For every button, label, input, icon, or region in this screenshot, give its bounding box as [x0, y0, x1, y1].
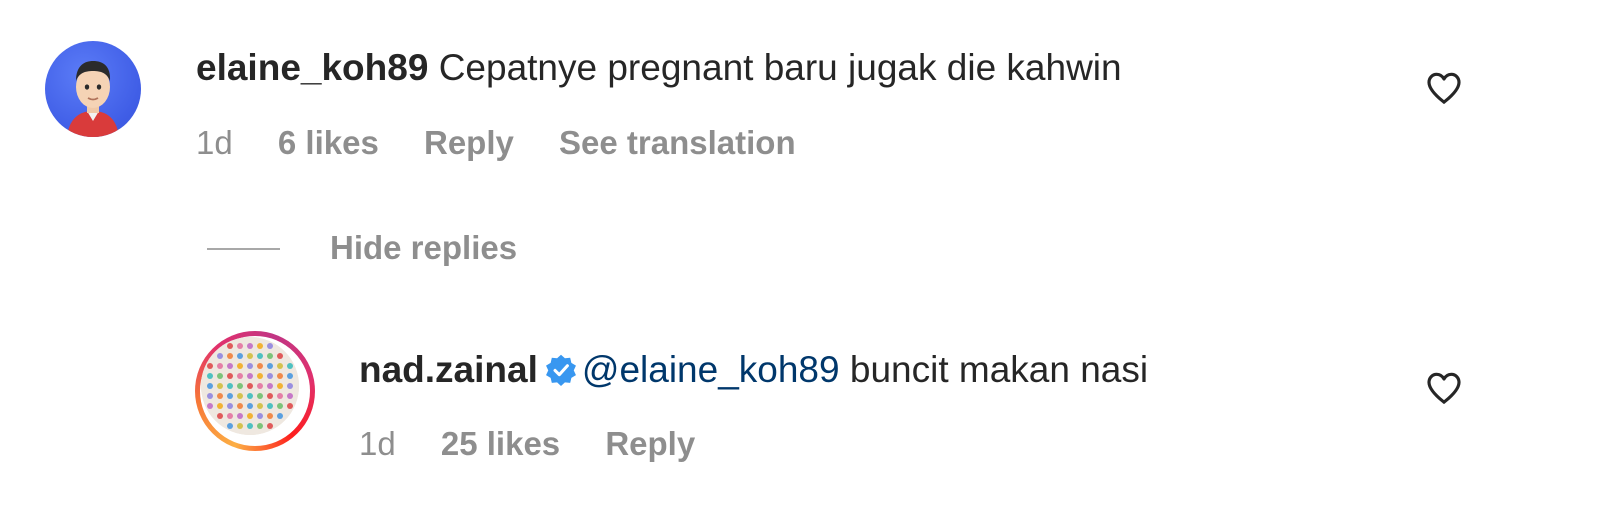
- avatar-dot: [207, 383, 213, 389]
- avatar-dot: [277, 393, 283, 399]
- avatar-dot: [287, 383, 293, 389]
- reply-like-button[interactable]: [1424, 368, 1464, 413]
- comment-likes[interactable]: 6 likes: [278, 124, 379, 161]
- avatar-dot: [217, 393, 223, 399]
- avatar-dot: [247, 403, 253, 409]
- avatar-dot: [247, 373, 253, 379]
- avatar-dot: [277, 353, 283, 359]
- reply-avatar: [201, 337, 299, 435]
- avatar-dot: [257, 423, 263, 429]
- avatar-dot: [237, 383, 243, 389]
- avatar-dot: [217, 403, 223, 409]
- avatar-dot: [237, 363, 243, 369]
- avatar-dot: [267, 423, 273, 429]
- reply-reply-button[interactable]: Reply: [605, 425, 695, 462]
- avatar-dot: [277, 403, 283, 409]
- reply-text: buncit makan nasi: [849, 349, 1149, 390]
- avatar-dot: [237, 353, 243, 359]
- comment-reply-button[interactable]: Reply: [424, 124, 514, 161]
- avatar-dot: [267, 383, 273, 389]
- avatar-dot: [227, 403, 233, 409]
- avatar-dot: [267, 353, 273, 359]
- avatar-dot: [227, 383, 233, 389]
- avatar-dot: [237, 403, 243, 409]
- avatar-dot: [247, 383, 253, 389]
- reply-likes[interactable]: 25 likes: [441, 425, 560, 462]
- avatar-dot: [227, 423, 233, 429]
- comment-like-button[interactable]: [1424, 68, 1464, 113]
- avatar-dot: [237, 423, 243, 429]
- avatar-dot: [227, 343, 233, 349]
- avatar-dot: [227, 393, 233, 399]
- avatar-dot: [257, 343, 263, 349]
- avatar-dot: [237, 393, 243, 399]
- avatar-dot: [237, 373, 243, 379]
- avatar-dot: [207, 363, 213, 369]
- dot-pattern-avatar-icon: [201, 337, 299, 435]
- reply-meta: 1d 25 likes Reply: [359, 424, 731, 464]
- verified-badge-icon: [545, 354, 576, 386]
- avatar-dot: [277, 363, 283, 369]
- reply-avatar-story-ring[interactable]: [195, 331, 315, 451]
- avatar-dot: [257, 403, 263, 409]
- avatar-dot: [267, 393, 273, 399]
- avatar-dot: [237, 343, 243, 349]
- avatar-dot: [267, 343, 273, 349]
- avatar-dot: [227, 353, 233, 359]
- avatar-dot: [287, 363, 293, 369]
- avatar-dot: [217, 413, 223, 419]
- avatar-dot: [257, 383, 263, 389]
- avatar-dot: [257, 393, 263, 399]
- avatar-dot: [287, 403, 293, 409]
- avatar-dot: [287, 373, 293, 379]
- reply-mention-link[interactable]: @elaine_koh89: [582, 349, 840, 390]
- comment-time[interactable]: 1d: [196, 124, 233, 161]
- hide-replies-divider: [207, 248, 280, 250]
- avatar-dot: [287, 393, 293, 399]
- avatar-dot: [277, 383, 283, 389]
- avatar-dot: [247, 353, 253, 359]
- avatar-dot: [267, 363, 273, 369]
- avatar-dot: [207, 373, 213, 379]
- avatar-dot: [247, 393, 253, 399]
- avatar-dot: [247, 363, 253, 369]
- reply-time[interactable]: 1d: [359, 425, 396, 462]
- avatar-dot: [257, 413, 263, 419]
- avatar-dot: [207, 403, 213, 409]
- avatar-dot: [227, 413, 233, 419]
- comment-meta: 1d 6 likes Reply See translation: [196, 123, 832, 163]
- avatar-dot: [257, 363, 263, 369]
- comment-avatar[interactable]: [45, 41, 141, 137]
- avatar-dot: [257, 373, 263, 379]
- avatar-dot: [217, 353, 223, 359]
- see-translation-button[interactable]: See translation: [559, 124, 796, 161]
- avatar-dot: [247, 423, 253, 429]
- comment-body: elaine_koh89 Cepatnye pregnant baru juga…: [196, 46, 1122, 90]
- comment-text: Cepatnye pregnant baru jugak die kahwin: [438, 47, 1122, 88]
- heart-outline-icon: [1427, 72, 1461, 104]
- hide-replies-button[interactable]: Hide replies: [330, 228, 517, 268]
- avatar-dot: [227, 363, 233, 369]
- avatar-dot: [277, 373, 283, 379]
- avatar-dot: [267, 373, 273, 379]
- heart-outline-icon: [1427, 372, 1461, 404]
- avatar-dot: [227, 373, 233, 379]
- avatar-dot: [207, 393, 213, 399]
- reply-username[interactable]: nad.zainal: [359, 349, 538, 390]
- avatar-dot: [247, 343, 253, 349]
- avatar-dot: [247, 413, 253, 419]
- avatar-dot: [277, 413, 283, 419]
- memoji-avatar-icon: [67, 61, 119, 137]
- avatar-dot: [217, 363, 223, 369]
- avatar-dot: [217, 383, 223, 389]
- avatar-dot: [267, 413, 273, 419]
- avatar-dot: [237, 413, 243, 419]
- reply-body: nad.zainal @elaine_koh89 buncit makan na…: [359, 348, 1148, 392]
- comment-username[interactable]: elaine_koh89: [196, 47, 428, 88]
- avatar-dot: [267, 403, 273, 409]
- avatar-dot: [217, 373, 223, 379]
- avatar-dot: [257, 353, 263, 359]
